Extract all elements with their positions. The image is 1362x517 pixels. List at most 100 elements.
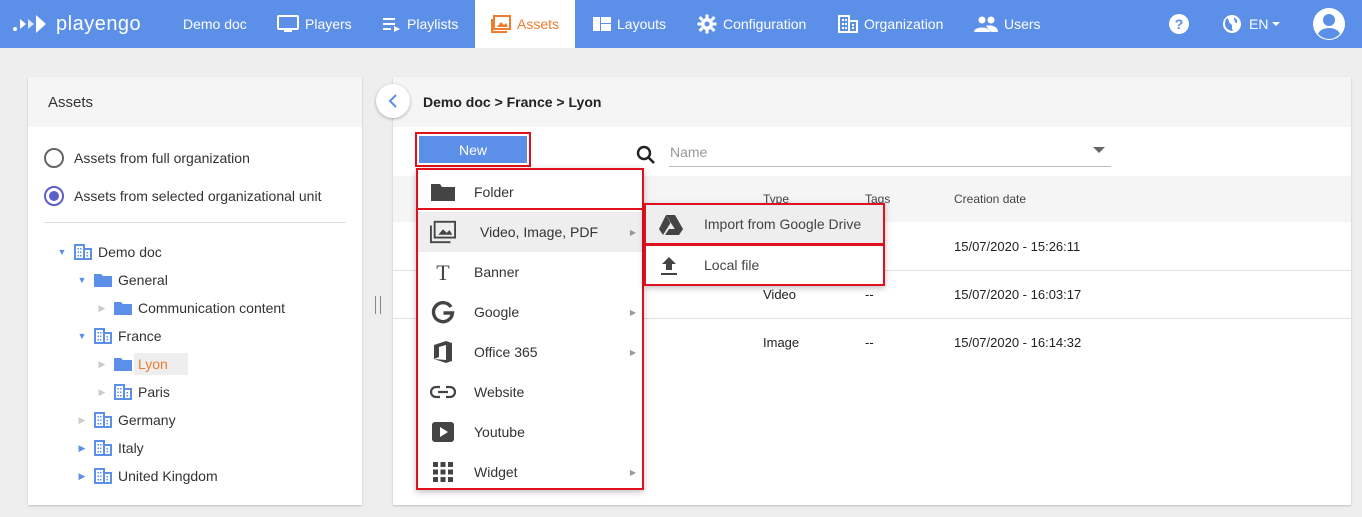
cell-type: Image [763,335,800,350]
tree-node-france[interactable]: ▼ France [76,324,162,348]
menu-item-folder[interactable]: Folder [418,172,642,212]
tree-node-demo-doc[interactable]: ▼ Demo doc [56,240,162,264]
grid-icon [433,462,453,482]
tree-node-paris[interactable]: ▶ Paris [96,380,170,404]
scope-full-organization[interactable]: Assets from full organization [44,147,250,169]
expand-arrow-icon[interactable]: ▼ [76,331,88,341]
svg-text:?: ? [1175,16,1184,32]
building-icon [94,468,112,484]
breadcrumb: Demo doc > France > Lyon [423,94,602,110]
nav-label: Organization [864,16,944,32]
menu-item-widget[interactable]: Widget ▶ [418,452,642,492]
nav-label: Players [305,16,352,32]
nav-users[interactable]: Users [974,0,1041,48]
nav-layouts[interactable]: Layouts [593,0,666,48]
tree-node-label: General [118,272,168,288]
tree-node-communication-content[interactable]: ▶ Communication content [96,296,286,320]
cell-creation-date: 15/07/2020 - 16:14:32 [954,335,1082,350]
building-icon [94,412,112,428]
building-icon [74,244,92,260]
menu-item-label: Office 365 [474,344,538,360]
menu-item-label: Video, Image, PDF [480,224,599,240]
folder-icon [431,184,455,201]
nav-label: Demo doc [183,16,247,32]
expand-arrow-icon[interactable]: ▼ [76,275,88,285]
cell-type: Video [763,287,797,302]
caret-down-icon[interactable] [1093,147,1105,153]
menu-item-website[interactable]: Website [418,372,642,412]
menu-item-video-image-pdf[interactable]: Video, Image, PDF ▶ [418,212,642,252]
search-icon[interactable] [636,145,656,165]
expand-arrow-icon[interactable]: ▶ [96,387,108,398]
playengo-logo[interactable]: playengo [12,11,141,37]
new-asset-menu: Folder Video, Image, PDF ▶ T Banner Goog… [416,168,644,490]
office-icon [434,341,452,363]
collapse-panel-button[interactable] [376,84,410,118]
content-header: Demo doc > France > Lyon [376,77,1351,127]
column-header-creation-date[interactable]: Creation date [954,192,1026,206]
name-search-field[interactable] [669,139,1111,167]
folder-icon [114,358,132,371]
nav-label: Configuration [723,16,807,32]
menu-item-label: Youtube [474,424,525,440]
menu-item-label: Website [474,384,525,400]
radio-button-selected[interactable] [44,186,64,206]
tree-node-general[interactable]: ▼ General [76,268,168,292]
tree-node-italy[interactable]: ▶ Italy [76,436,144,460]
link-icon [430,385,456,399]
divider [44,222,346,223]
radio-label: Assets from selected organizational unit [74,188,322,204]
expand-arrow-icon[interactable]: ▶ [96,303,108,314]
nav-assets[interactable]: Assets [475,0,575,48]
tree-node-label: Italy [118,440,144,456]
chevron-left-icon [388,94,397,108]
menu-item-banner[interactable]: T Banner [418,252,642,292]
tree-node-lyon[interactable]: ▶ Lyon [96,352,188,376]
tree-node-label: Demo doc [98,244,162,260]
name-search-input[interactable] [669,139,1069,165]
menu-item-google[interactable]: Google ▶ [418,292,642,332]
playengo-logo-icon [13,15,46,33]
submenu-item-google-drive[interactable]: Import from Google Drive [644,203,885,245]
expand-arrow-icon[interactable]: ▼ [56,247,68,257]
nav-demo-doc[interactable]: Demo doc [183,0,247,48]
menu-item-youtube[interactable]: Youtube [418,412,642,452]
nav-configuration[interactable]: Configuration [697,0,806,48]
upload-icon [661,257,677,275]
menu-item-office-365[interactable]: Office 365 ▶ [418,332,642,372]
user-account-button[interactable] [1312,0,1346,48]
expand-arrow-icon[interactable]: ▶ [76,443,88,454]
nav-organization[interactable]: Organization [838,0,943,48]
submenu-arrow-icon: ▶ [629,467,636,477]
tree-node-united-kingdom[interactable]: ▶ United Kingdom [76,464,218,488]
expand-arrow-icon[interactable]: ▶ [96,359,108,370]
nav-label: Layouts [617,16,667,32]
text-icon: T [436,261,450,283]
submenu-arrow-icon: ▶ [629,227,636,237]
playlist-icon [383,18,400,32]
expand-arrow-icon[interactable]: ▶ [76,415,88,426]
nav-label: Playlists [407,16,459,32]
scope-selected-unit[interactable]: Assets from selected organizational unit [44,185,321,207]
menu-item-label: Folder [474,184,514,200]
google-drive-icon [659,215,683,235]
language-selector[interactable]: EN [1222,0,1281,48]
help-button[interactable]: ? [1168,0,1190,48]
tree-node-label: Lyon [134,353,188,375]
svg-text:T: T [436,261,450,283]
nav-players[interactable]: Players [277,0,352,48]
image-icon [491,15,511,33]
building-icon [94,328,112,344]
tree-node-germany[interactable]: ▶ Germany [76,408,176,432]
media-icon [430,220,456,244]
radio-button[interactable] [44,148,64,168]
expand-arrow-icon[interactable]: ▶ [76,471,88,482]
building-icon [94,440,112,456]
submenu-item-local-file[interactable]: Local file [644,244,885,286]
building-icon [838,15,858,33]
nav-playlists[interactable]: Playlists [383,0,458,48]
new-button[interactable]: New [419,136,527,163]
submenu-item-label: Local file [704,257,760,273]
panel-resize-handle[interactable] [375,296,381,314]
cell-tags: -- [865,335,874,350]
